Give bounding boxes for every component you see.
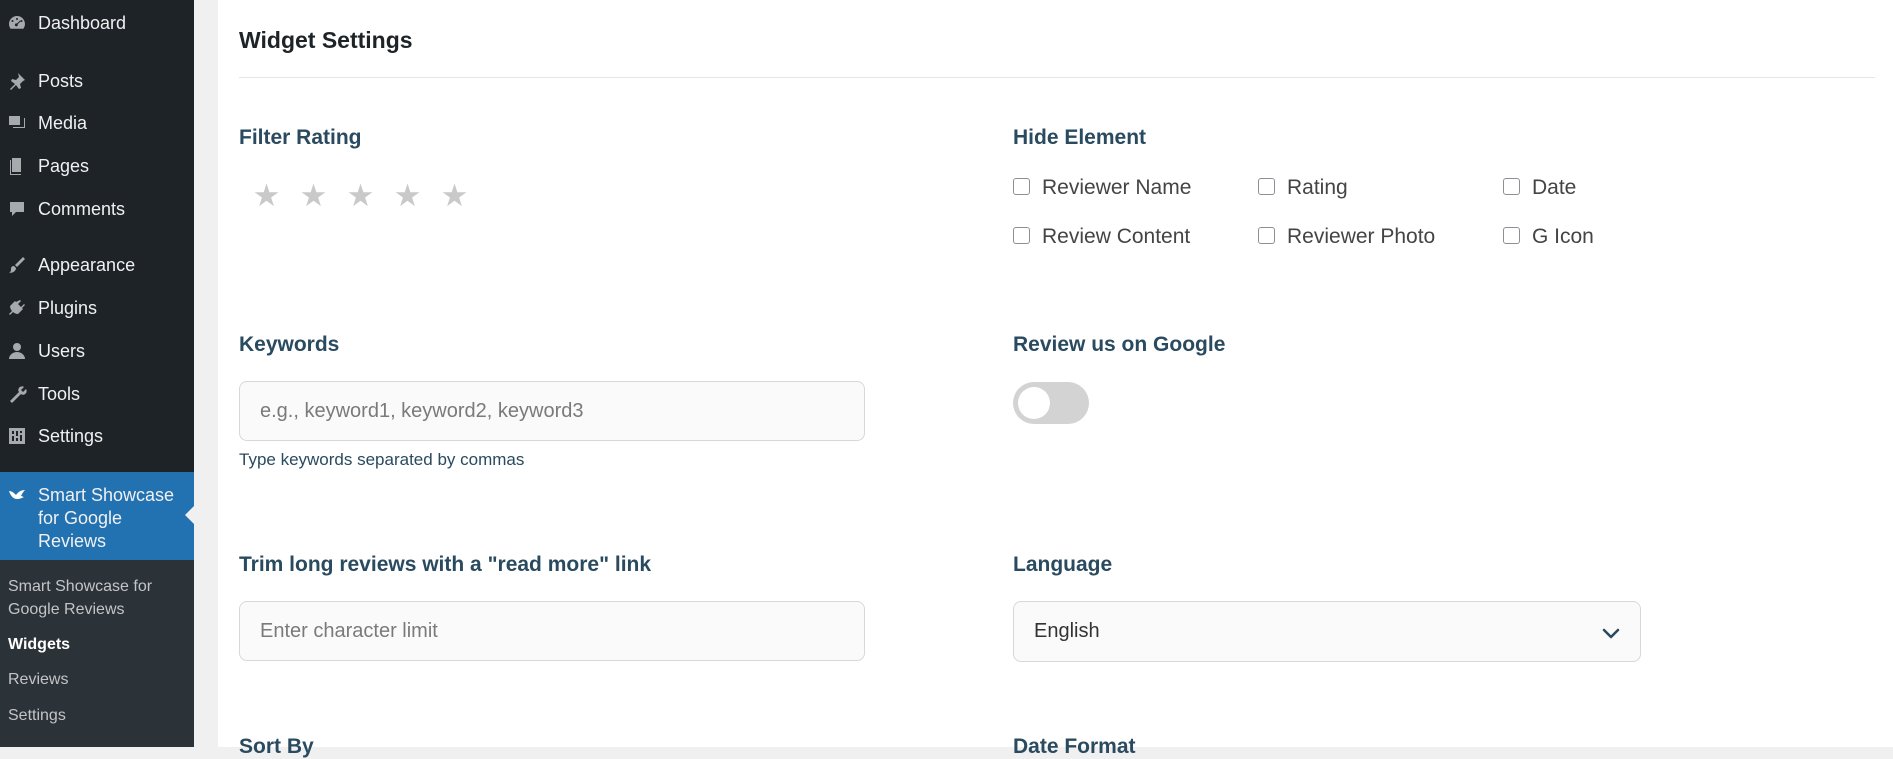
filter-rating-label: Filter Rating: [239, 126, 362, 149]
sidebar-item-label: Settings: [38, 425, 104, 446]
pin-icon: [6, 70, 28, 92]
toggle-knob: [1018, 387, 1050, 419]
star-icon[interactable]: ★: [431, 178, 478, 214]
sidebar-item-label: Plugins: [38, 297, 98, 318]
hide-g-icon-checkbox[interactable]: G Icon: [1503, 225, 1594, 249]
checkbox-label: Date: [1532, 176, 1577, 199]
character-limit-input[interactable]: [239, 601, 865, 661]
review-us-on-google-toggle[interactable]: [1013, 382, 1089, 424]
comment-icon: [6, 198, 28, 220]
sidebar-item-label: Posts: [38, 70, 84, 91]
settings-icon: [6, 425, 28, 447]
submenu-item-reviews[interactable]: Reviews: [8, 668, 188, 691]
pages-icon: [6, 155, 28, 177]
hide-date-checkbox[interactable]: Date: [1503, 176, 1576, 200]
sidebar-item-settings[interactable]: Settings: [0, 416, 194, 456]
checkbox-box[interactable]: [1258, 226, 1275, 244]
sidebar-item-label: Media: [38, 112, 88, 133]
sidebar-item-media[interactable]: Media: [0, 103, 194, 143]
sidebar-item-dashboard[interactable]: Dashboard: [0, 3, 194, 43]
sidebar-item-label: Pages: [38, 155, 90, 176]
sidebar-item-smart-showcase[interactable]: Smart Showcase for Google Reviews: [0, 472, 194, 560]
hide-reviewer-name-checkbox[interactable]: Reviewer Name: [1013, 176, 1191, 200]
filter-rating-stars: ★ ★ ★ ★ ★: [243, 178, 478, 214]
submenu-item-settings[interactable]: Settings: [8, 704, 188, 727]
star-icon[interactable]: ★: [243, 178, 290, 214]
page-title: Widget Settings: [239, 27, 413, 53]
sidebar-item-label: Users: [38, 340, 86, 361]
keywords-label: Keywords: [239, 333, 340, 356]
user-icon: [6, 340, 28, 362]
language-select[interactable]: English: [1013, 601, 1641, 662]
submenu-item-widgets[interactable]: Widgets: [8, 633, 188, 656]
trim-reviews-label: Trim long reviews with a "read more" lin…: [239, 553, 652, 576]
plugin-icon: [6, 297, 28, 319]
language-label: Language: [1013, 553, 1113, 576]
wrench-icon: [6, 383, 28, 405]
date-format-label: Date Format: [1013, 735, 1136, 758]
checkbox-label: Reviewer Photo: [1287, 225, 1436, 248]
hide-rating-checkbox[interactable]: Rating: [1258, 176, 1348, 200]
sidebar-item-label: Smart Showcase for Google Reviews: [38, 485, 175, 551]
widget-settings-panel: Widget Settings Filter Rating ★ ★ ★ ★ ★ …: [218, 0, 1893, 758]
sidebar-item-appearance[interactable]: Appearance: [0, 245, 194, 285]
sidebar-item-label: Tools: [38, 383, 81, 404]
hide-element-label: Hide Element: [1013, 126, 1147, 149]
checkbox-box[interactable]: [1013, 226, 1030, 244]
dashboard-icon: [6, 12, 28, 34]
submenu-item-smart-showcase[interactable]: Smart Showcase for Google Reviews: [8, 575, 188, 621]
sidebar-item-posts[interactable]: Posts: [0, 61, 194, 101]
checkbox-label: Rating: [1287, 176, 1348, 199]
admin-sidebar: Dashboard Posts Media Pages Comments App…: [0, 0, 194, 747]
sort-by-label: Sort By: [239, 735, 314, 758]
current-menu-indicator: [185, 506, 194, 524]
title-divider: [239, 77, 1875, 78]
checkbox-label: Review Content: [1042, 225, 1191, 248]
bird-icon: [6, 484, 28, 506]
language-selected-value: English: [1034, 620, 1100, 642]
star-icon[interactable]: ★: [384, 178, 431, 214]
star-icon[interactable]: ★: [290, 178, 337, 214]
checkbox-box[interactable]: [1258, 177, 1275, 195]
hide-reviewer-photo-checkbox[interactable]: Reviewer Photo: [1258, 225, 1435, 249]
sidebar-item-tools[interactable]: Tools: [0, 374, 194, 414]
brush-icon: [6, 254, 28, 276]
sidebar-item-comments[interactable]: Comments: [0, 189, 194, 229]
sidebar-submenu: Smart Showcase for Google Reviews Widget…: [0, 560, 194, 747]
sidebar-item-label: Dashboard: [38, 12, 127, 33]
hide-review-content-checkbox[interactable]: Review Content: [1013, 225, 1190, 249]
media-icon: [6, 112, 28, 134]
checkbox-label: Reviewer Name: [1042, 176, 1192, 199]
checkbox-box[interactable]: [1013, 177, 1030, 195]
sidebar-item-label: Appearance: [38, 254, 136, 275]
keywords-help-text: Type keywords separated by commas: [239, 450, 525, 469]
checkbox-box[interactable]: [1503, 226, 1520, 244]
keywords-input[interactable]: [239, 381, 865, 441]
sidebar-item-users[interactable]: Users: [0, 331, 194, 371]
checkbox-box[interactable]: [1503, 177, 1520, 195]
sidebar-item-pages[interactable]: Pages: [0, 146, 194, 186]
chevron-down-icon: [1602, 628, 1620, 639]
review-us-on-google-label: Review us on Google: [1013, 333, 1226, 356]
checkbox-label: G Icon: [1532, 225, 1594, 248]
star-icon[interactable]: ★: [337, 178, 384, 214]
sidebar-item-plugins[interactable]: Plugins: [0, 288, 194, 328]
sidebar-item-label: Comments: [38, 198, 126, 219]
